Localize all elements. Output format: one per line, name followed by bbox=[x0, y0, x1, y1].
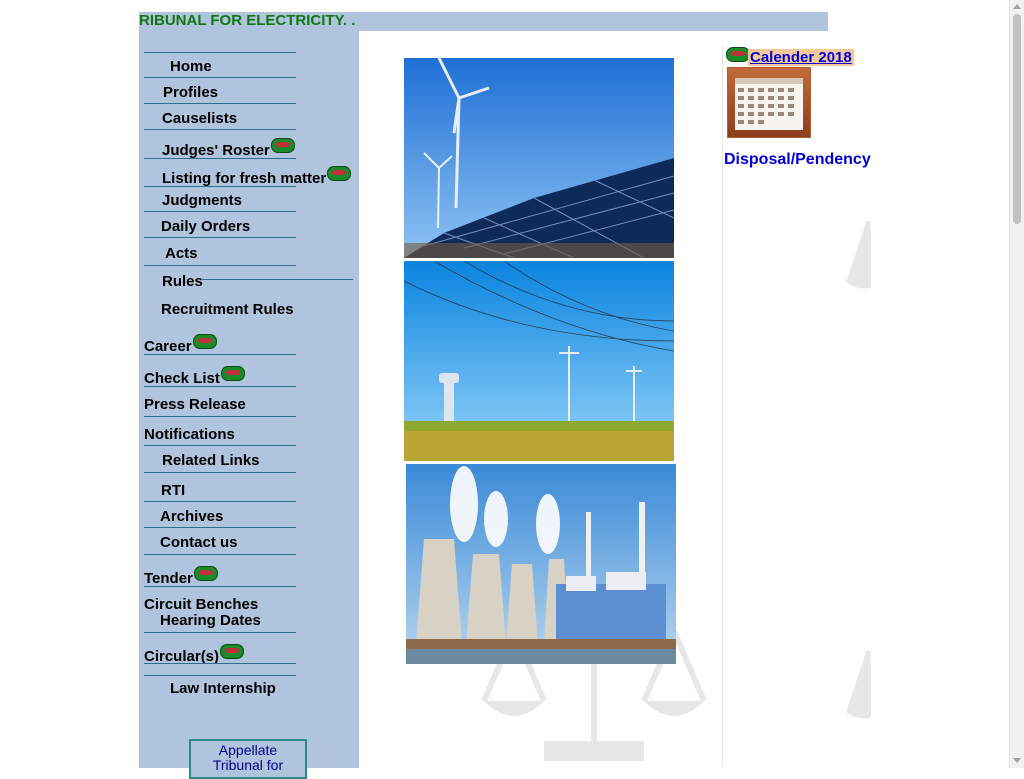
nav-divider bbox=[201, 279, 353, 280]
scales-watermark bbox=[846, 650, 871, 719]
appellate-tribunal-box[interactable]: Appellate Tribunal for bbox=[189, 739, 307, 779]
power-lines-photo bbox=[404, 261, 674, 461]
nav-divider bbox=[144, 416, 296, 417]
disposal-pendency-link[interactable]: Disposal/Pendency bbox=[724, 151, 871, 169]
nav-divider bbox=[144, 632, 296, 633]
nav-home[interactable]: Home bbox=[170, 58, 212, 76]
nav-divider bbox=[144, 52, 296, 53]
new-badge-icon bbox=[726, 47, 750, 62]
nav-career[interactable]: Career bbox=[144, 338, 192, 355]
nav-divider bbox=[144, 237, 296, 238]
new-badge-icon bbox=[193, 566, 218, 581]
scroll-thumb[interactable] bbox=[1013, 14, 1021, 224]
nav-rti[interactable]: RTI bbox=[161, 482, 185, 500]
new-badge-icon bbox=[220, 644, 245, 659]
new-badge-icon bbox=[220, 366, 245, 381]
nav-profiles[interactable]: Profiles bbox=[163, 84, 218, 102]
nav-hearing-dates[interactable]: Hearing Dates bbox=[160, 612, 261, 630]
nav-career-row[interactable]: Career bbox=[144, 334, 217, 356]
nav-judgments[interactable]: Judgments bbox=[162, 192, 242, 210]
nav-related-links[interactable]: Related Links bbox=[162, 452, 260, 470]
nav-divider bbox=[144, 265, 296, 266]
nav-archives[interactable]: Archives bbox=[160, 508, 223, 526]
main-content: Calender 2018 Disposal/Pendency bbox=[359, 31, 871, 768]
right-panel-divider bbox=[722, 46, 723, 766]
nav-causelists[interactable]: Causelists bbox=[162, 110, 237, 128]
new-badge-icon bbox=[327, 166, 352, 181]
nav-listing-fresh[interactable]: Listing for fresh matter bbox=[162, 170, 326, 187]
scroll-up-icon[interactable] bbox=[1013, 4, 1021, 9]
nav-tender[interactable]: Tender bbox=[144, 570, 193, 587]
nav-divider bbox=[144, 211, 296, 212]
nav-divider bbox=[144, 527, 296, 528]
nav-listing-fresh-row[interactable]: Listing for fresh matter bbox=[162, 166, 352, 188]
nav-divider bbox=[144, 675, 296, 676]
bottom-box-line1: Appellate bbox=[218, 742, 278, 758]
nav-divider bbox=[144, 663, 296, 664]
nav-divider bbox=[144, 586, 296, 587]
new-badge-icon bbox=[192, 334, 217, 349]
nav-check-list[interactable]: Check List bbox=[144, 370, 220, 387]
power-plant-photo bbox=[406, 464, 676, 664]
nav-divider bbox=[144, 158, 296, 159]
nav-law-internship[interactable]: Law Internship bbox=[170, 680, 276, 698]
nav-judges-roster-row[interactable]: Judges' Roster bbox=[162, 138, 295, 160]
nav-notifications[interactable]: Notifications bbox=[144, 426, 235, 444]
scales-watermark bbox=[846, 220, 871, 289]
nav-judges-roster[interactable]: Judges' Roster bbox=[162, 142, 270, 159]
marquee-text: RIBUNAL FOR ELECTRICITY. . bbox=[139, 12, 356, 29]
nav-tender-row[interactable]: Tender bbox=[144, 566, 218, 588]
new-badge-icon bbox=[270, 138, 295, 153]
solar-wind-photo bbox=[404, 58, 674, 258]
nav-recruitment-rules[interactable]: Recruitment Rules bbox=[161, 301, 294, 319]
nav-rules[interactable]: Rules bbox=[162, 273, 203, 291]
nav-acts[interactable]: Acts bbox=[165, 245, 198, 263]
nav-divider bbox=[144, 386, 296, 387]
nav-divider bbox=[144, 186, 296, 187]
nav-check-list-row[interactable]: Check List bbox=[144, 366, 245, 388]
nav-press-release[interactable]: Press Release bbox=[144, 396, 246, 414]
nav-divider bbox=[144, 103, 296, 104]
nav-divider bbox=[144, 77, 296, 78]
calendar-icon[interactable] bbox=[727, 67, 811, 138]
nav-divider bbox=[144, 129, 296, 130]
nav-divider bbox=[144, 354, 296, 355]
marquee-bar: RIBUNAL FOR ELECTRICITY. . bbox=[139, 12, 828, 31]
nav-divider bbox=[144, 472, 296, 473]
nav-divider bbox=[144, 554, 296, 555]
bottom-box-line2: Tribunal for bbox=[212, 757, 284, 773]
nav-daily-orders[interactable]: Daily Orders bbox=[161, 218, 250, 236]
page-scrollbar[interactable] bbox=[1009, 0, 1024, 768]
nav-contact-us[interactable]: Contact us bbox=[160, 534, 238, 552]
scroll-down-icon[interactable] bbox=[1013, 758, 1021, 763]
sidebar-nav: Home Profiles Causelists Judges' Roster … bbox=[139, 31, 359, 779]
nav-divider bbox=[144, 445, 296, 446]
nav-divider bbox=[144, 501, 296, 502]
calendar-2018-link[interactable]: Calender 2018 bbox=[748, 49, 854, 66]
